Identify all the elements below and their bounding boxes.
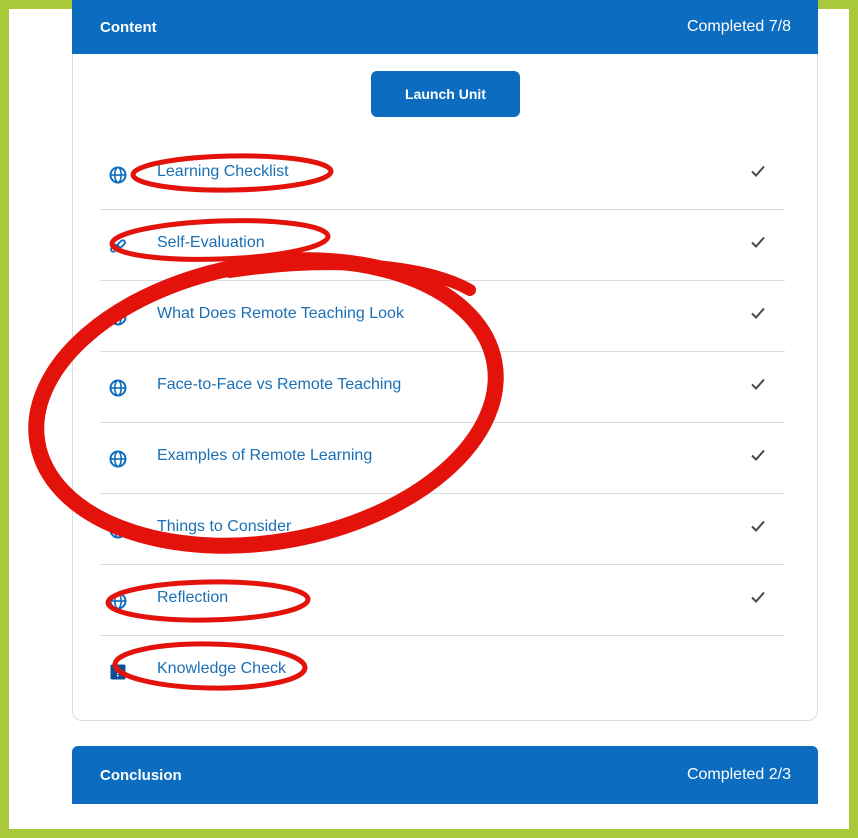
list-item[interactable]: Self-Evaluation [100,210,785,281]
globe-icon [109,592,127,610]
globe-icon [109,521,127,539]
checkmark-icon [751,165,765,177]
checkmark-icon [751,236,765,248]
globe-icon [109,308,127,326]
conclusion-section-header[interactable]: Conclusion Completed 2/3 [72,746,818,804]
list-item[interactable]: What Does Remote Teaching Look [100,281,785,352]
content-completion-status: Completed 7/8 [686,18,791,35]
checkmark-icon [751,520,765,532]
globe-icon [109,450,127,468]
item-link-reflection[interactable]: Reflection [157,589,228,607]
launch-unit-button[interactable]: Launch Unit [371,71,520,117]
checkmark-icon [751,378,765,390]
list-item[interactable]: Learning Checklist [100,139,785,210]
content-section-header[interactable]: Content Completed 7/8 [72,0,818,54]
item-link-face-to-face-vs-remote-teaching[interactable]: Face-to-Face vs Remote Teaching [157,376,401,394]
list-item[interactable]: Things to Consider [100,494,785,565]
item-link-knowledge-check[interactable]: Knowledge Check [157,660,286,678]
content-section-title: Content [100,18,157,36]
svg-text:?: ? [114,666,121,680]
item-link-self-evaluation[interactable]: Self-Evaluation [157,234,265,252]
item-link-what-does-remote-teaching-look[interactable]: What Does Remote Teaching Look [157,305,404,323]
item-link-examples-of-remote-learning[interactable]: Examples of Remote Learning [157,447,372,465]
globe-icon [109,166,127,184]
conclusion-section-title: Conclusion [100,766,182,784]
checkmark-icon [751,307,765,319]
list-item[interactable]: ? Knowledge Check [100,636,785,707]
link-icon [110,239,126,253]
content-item-list: Learning Checklist Self-Evaluation What … [100,139,785,707]
conclusion-completion-status: Completed 2/3 [686,766,791,783]
list-item[interactable]: Face-to-Face vs Remote Teaching [100,352,785,423]
list-item[interactable]: Reflection [100,565,785,636]
globe-icon [109,379,127,397]
item-link-things-to-consider[interactable]: Things to Consider [157,518,291,536]
checkmark-icon [751,449,765,461]
list-item[interactable]: Examples of Remote Learning [100,423,785,494]
quiz-icon: ? [110,664,126,680]
item-link-learning-checklist[interactable]: Learning Checklist [157,163,289,181]
checkmark-icon [751,591,765,603]
